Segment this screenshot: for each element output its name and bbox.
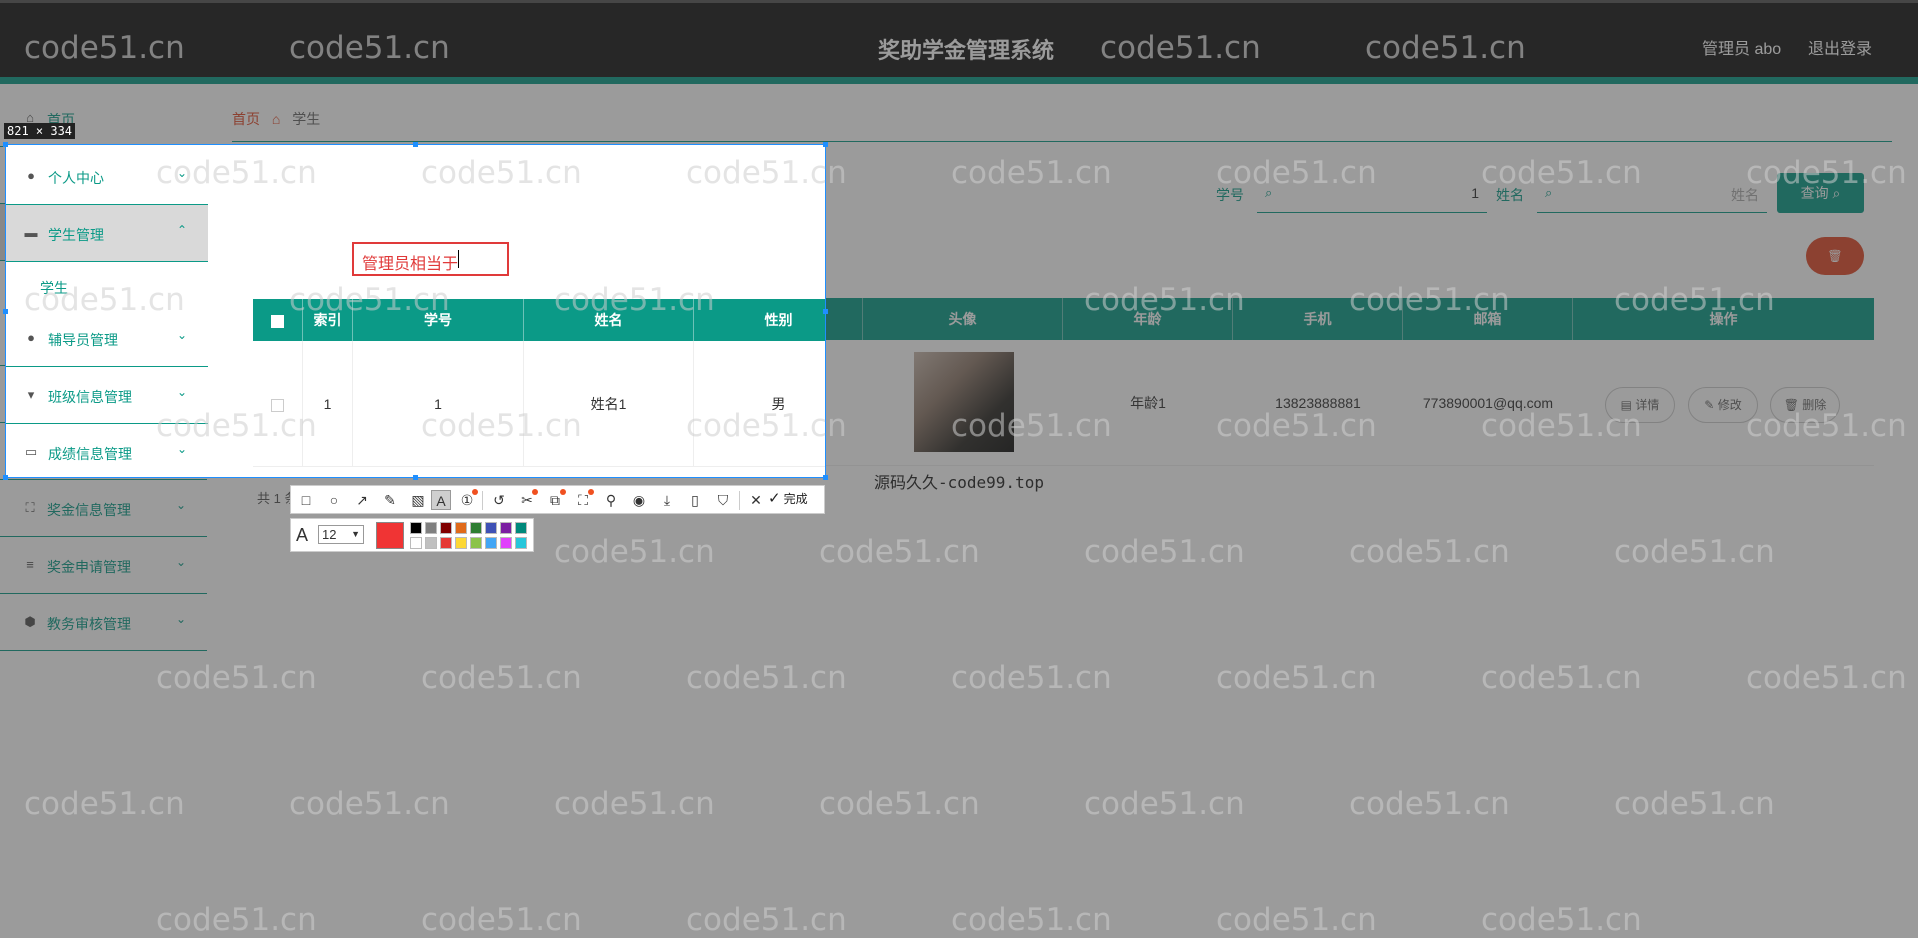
chevron-down-icon: ⌄ xyxy=(177,442,188,456)
sidebar-item-label: 学生管理 xyxy=(48,227,104,243)
column-header: 索引 xyxy=(303,299,353,341)
bookmark-icon[interactable]: ⛉ xyxy=(713,490,733,510)
table-row: 1 1 姓名1 男 xyxy=(253,341,825,467)
color-swatch[interactable] xyxy=(425,537,437,549)
sidebar-item-counselor[interactable]: ● 辅导员管理 ⌄ xyxy=(6,310,208,367)
arrow-tool-icon[interactable]: ↗ xyxy=(352,490,372,510)
record-icon[interactable]: ◉ xyxy=(629,490,649,510)
color-swatch[interactable] xyxy=(455,537,467,549)
color-swatch[interactable] xyxy=(470,537,482,549)
select-all-checkbox[interactable] xyxy=(253,299,303,341)
sidebar-item-students[interactable]: ▬ 学生管理 ⌃ xyxy=(6,205,208,262)
chevron-up-icon: ⌃ xyxy=(177,223,188,237)
annotation-text-box[interactable]: 管理员相当于 xyxy=(352,242,509,276)
annotation-text: 管理员相当于 xyxy=(362,256,459,273)
resize-handle[interactable] xyxy=(823,475,828,480)
column-header: 性别 xyxy=(694,299,825,341)
color-swatch[interactable] xyxy=(470,522,482,534)
sidebar-item-label: 成绩信息管理 xyxy=(48,446,132,462)
table-header: 索引 学号 姓名 性别 xyxy=(253,299,825,341)
check-icon: ✓ xyxy=(768,490,781,507)
color-swatch[interactable] xyxy=(440,537,452,549)
pin-icon[interactable]: ⚲ xyxy=(601,490,621,510)
chevron-down-icon: ⌄ xyxy=(177,166,188,180)
selection-content: ● 个人中心 ⌄ ▬ 学生管理 ⌃ 学生 ● 辅导员管理 ⌄ ▾ 班级信息管理 … xyxy=(6,145,825,477)
font-size-select[interactable]: 12 ▼ xyxy=(318,525,364,544)
person-icon: ● xyxy=(27,330,35,345)
font-size-value: 12 xyxy=(322,527,337,542)
sidebar-item-personal[interactable]: ● 个人中心 ⌄ xyxy=(6,148,208,205)
scan-icon[interactable]: ⛶ xyxy=(573,489,594,510)
close-icon[interactable]: ✕ xyxy=(746,490,766,510)
resize-handle[interactable] xyxy=(3,142,8,147)
rectangle-tool-icon[interactable]: □ xyxy=(296,490,316,510)
stamp-icon: ▾ xyxy=(27,387,35,402)
download-icon[interactable]: ⤓ xyxy=(657,490,677,510)
phone-icon[interactable]: ▯ xyxy=(685,490,705,510)
sidebar-item-label: 个人中心 xyxy=(48,170,104,186)
toolbar-separator xyxy=(482,491,483,510)
card-icon: ▭ xyxy=(24,444,38,459)
submenu-item-label: 学生 xyxy=(40,280,68,296)
cell-gender: 男 xyxy=(694,341,825,467)
finish-label: 完成 xyxy=(783,492,808,506)
pen-tool-icon[interactable]: ✎ xyxy=(380,490,400,510)
color-swatch[interactable] xyxy=(410,537,422,549)
toolbar-separator xyxy=(739,491,740,510)
cell-id: 1 xyxy=(353,341,524,467)
color-swatch[interactable] xyxy=(515,522,527,534)
text-caret xyxy=(458,250,459,268)
sidebar-item-label: 班级信息管理 xyxy=(48,389,132,405)
color-swatch[interactable] xyxy=(500,522,512,534)
chevron-down-icon: ▼ xyxy=(351,529,360,539)
mosaic-tool-icon[interactable]: ▧ xyxy=(408,490,428,510)
color-swatch[interactable] xyxy=(455,522,467,534)
text-tool-icon[interactable]: A xyxy=(431,490,451,510)
sidebar-clear: ● 个人中心 ⌄ ▬ 学生管理 ⌃ 学生 ● 辅导员管理 ⌄ ▾ 班级信息管理 … xyxy=(6,145,208,477)
color-swatch[interactable] xyxy=(500,537,512,549)
column-header: 姓名 xyxy=(524,299,694,341)
scissors-icon[interactable]: ✂ xyxy=(517,489,538,510)
resize-handle[interactable] xyxy=(3,475,8,480)
color-swatch[interactable] xyxy=(485,522,497,534)
resize-handle[interactable] xyxy=(3,309,8,314)
color-swatch[interactable] xyxy=(410,522,422,534)
ellipse-tool-icon[interactable]: ○ xyxy=(324,490,344,510)
resize-handle[interactable] xyxy=(823,309,828,314)
sidebar-item-label: 辅导员管理 xyxy=(48,332,118,348)
color-swatch[interactable] xyxy=(485,537,497,549)
row-checkbox[interactable] xyxy=(253,341,303,467)
chevron-down-icon: ⌄ xyxy=(177,385,188,399)
person-icon: ● xyxy=(27,168,35,183)
color-swatch[interactable] xyxy=(515,537,527,549)
selection-region[interactable]: ● 个人中心 ⌄ ▬ 学生管理 ⌃ 学生 ● 辅导员管理 ⌄ ▾ 班级信息管理 … xyxy=(5,144,826,478)
finish-button[interactable]: ✓ 完成 xyxy=(768,489,808,507)
resize-handle[interactable] xyxy=(413,142,418,147)
number-tool-icon[interactable]: ① xyxy=(457,489,478,510)
sidebar-item-grades[interactable]: ▭ 成绩信息管理 ⌄ xyxy=(6,424,208,477)
undo-icon[interactable]: ↺ xyxy=(489,490,509,510)
cell-name: 姓名1 xyxy=(524,341,694,467)
sidebar-item-class[interactable]: ▾ 班级信息管理 ⌄ xyxy=(6,367,208,424)
ocr-icon[interactable]: ⧉ xyxy=(545,489,566,510)
submenu-item-student[interactable]: 学生 xyxy=(6,262,208,310)
annotation-toolbar: □ ○ ↗ ✎ ▧ A ① ↺ ✂ ⧉ ⛶ ⚲ ◉ ⤓ ▯ ⛉ ✕ xyxy=(290,485,825,514)
cell-index: 1 xyxy=(303,341,353,467)
chevron-down-icon: ⌄ xyxy=(177,328,188,342)
resize-handle[interactable] xyxy=(413,475,418,480)
current-color-swatch[interactable] xyxy=(376,522,404,549)
briefcase-icon: ▬ xyxy=(24,225,38,240)
resize-handle[interactable] xyxy=(823,142,828,147)
font-icon: A xyxy=(296,525,309,545)
selection-size-label: 821 × 334 xyxy=(4,123,76,139)
column-header: 学号 xyxy=(353,299,524,341)
color-swatch[interactable] xyxy=(425,522,437,534)
color-swatch[interactable] xyxy=(440,522,452,534)
